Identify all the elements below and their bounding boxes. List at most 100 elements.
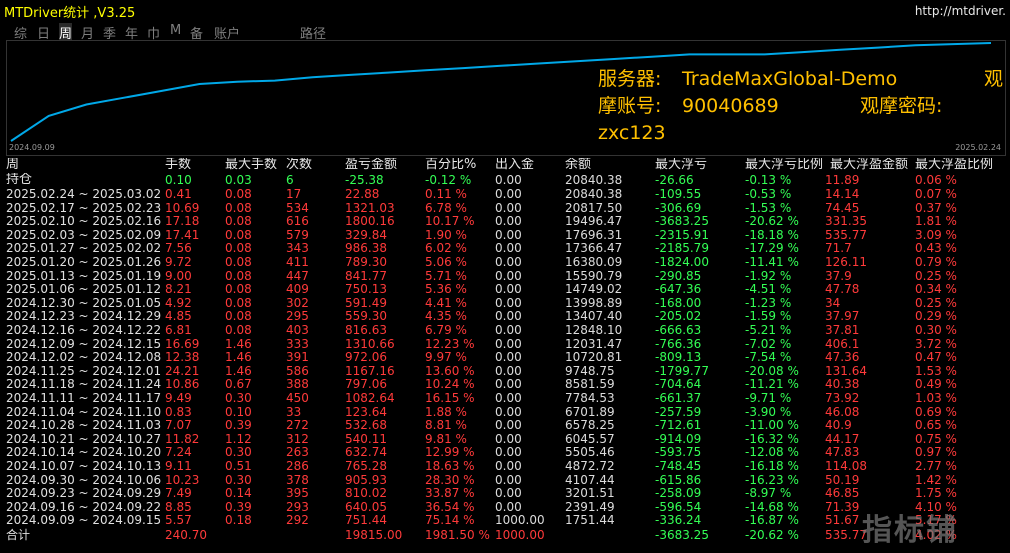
cell-pl: 532.68 bbox=[345, 418, 387, 433]
cell-bal: 6701.89 bbox=[565, 404, 615, 419]
cell-count: 403 bbox=[286, 323, 309, 337]
cell-maxgain: 37.97 bbox=[825, 309, 860, 324]
cell-maxlots: 1.46 bbox=[225, 363, 252, 378]
view-label: 观 bbox=[984, 68, 1004, 90]
cell-maxloss: -306.69 bbox=[655, 200, 702, 215]
cell-maxlots: 0.08 bbox=[225, 268, 252, 283]
cell-maxlots: 1.46 bbox=[225, 350, 252, 365]
cell-maxlosspct: -11.00 % bbox=[745, 418, 799, 433]
title-bar: MTDriver统计 ,V3.25 http://mtdriver. bbox=[0, 0, 1010, 21]
cell-maxgainpct: 1.81 % bbox=[915, 214, 957, 229]
cell-pct: 0.11 % bbox=[425, 187, 467, 201]
cell-maxgain: 114.08 bbox=[825, 459, 867, 473]
cell-pl: 810.02 bbox=[345, 486, 387, 501]
cell-pct: 75.14 % bbox=[425, 513, 475, 528]
cell-maxlots: 0.14 bbox=[225, 486, 252, 501]
cell-period: 2024.09.16 ~ 2024.09.22 bbox=[6, 499, 162, 514]
total-row: 合计 240.70 19815.00 1981.50 % 1000.00 -3683.25… bbox=[0, 528, 1010, 542]
cell-maxgain: 74.45 bbox=[825, 200, 860, 215]
table-row: 2024.09.09 ~ 2024.09.15 5.57 0.18 292 751.44… bbox=[0, 513, 1010, 527]
cell-maxlots: 0.30 bbox=[225, 391, 252, 405]
cell-bal: 9748.75 bbox=[565, 363, 615, 378]
cell-lots: 9.72 bbox=[165, 255, 192, 269]
cell-bal: 3201.51 bbox=[565, 486, 615, 501]
table-row: 2025.02.24 ~ 2025.03.02 0.41 0.08 17 22.88 0.… bbox=[0, 187, 1010, 201]
cell-maxgain: 331.35 bbox=[825, 214, 867, 229]
cell-maxloss: -168.00 bbox=[655, 295, 702, 310]
cell-bal: 6578.25 bbox=[565, 418, 615, 433]
holding-max-loss: -26.66 bbox=[655, 173, 694, 187]
cell-period: 2024.12.23 ~ 2024.12.29 bbox=[6, 309, 162, 324]
tab-magic[interactable]: M bbox=[170, 23, 181, 38]
holding-max-gain: 11.89 bbox=[825, 173, 860, 187]
cell-maxloss: -914.09 bbox=[655, 431, 702, 446]
cell-lots: 12.38 bbox=[165, 350, 200, 365]
cell-pl: 841.77 bbox=[345, 268, 387, 283]
cell-maxlosspct: -16.87 % bbox=[745, 513, 799, 528]
cell-lots: 4.92 bbox=[165, 295, 192, 310]
cell-pl: 1310.66 bbox=[345, 336, 395, 351]
holding-lots: 0.10 bbox=[165, 173, 192, 187]
cell-lots: 17.41 bbox=[165, 227, 200, 242]
cell-pct: 12.23 % bbox=[425, 336, 475, 351]
site-url-link[interactable]: http://mtdriver. bbox=[915, 4, 1006, 18]
tab-bar: 综 日 周 月 季 年 巾 M 备 账户 路径 bbox=[0, 20, 1010, 42]
cell-count: 343 bbox=[286, 241, 309, 256]
cell-pl: 632.74 bbox=[345, 445, 387, 460]
header-balance: 余额 bbox=[565, 158, 592, 172]
cell-bal: 15590.79 bbox=[565, 268, 623, 283]
header-pct: 百分比% bbox=[425, 158, 477, 172]
cell-io: 0.00 bbox=[495, 391, 522, 405]
cell-maxgain: 51.67 bbox=[825, 513, 860, 528]
cell-maxgainpct: 0.47 % bbox=[915, 350, 957, 365]
total-pl: 19815.00 bbox=[345, 528, 403, 542]
cell-period: 2024.12.30 ~ 2025.01.05 bbox=[6, 295, 162, 310]
cell-io: 0.00 bbox=[495, 268, 522, 283]
cell-maxloss: -2185.79 bbox=[655, 241, 709, 256]
cell-maxloss: -205.02 bbox=[655, 309, 702, 324]
cell-maxgainpct: 0.34 % bbox=[915, 282, 957, 297]
cell-count: 579 bbox=[286, 227, 309, 242]
cell-maxgain: 37.81 bbox=[825, 323, 860, 337]
cell-lots: 9.00 bbox=[165, 268, 192, 283]
total-io: 1000.00 bbox=[495, 528, 545, 542]
cell-maxgainpct: 0.65 % bbox=[915, 418, 957, 433]
holding-count: 6 bbox=[286, 173, 294, 187]
cell-count: 333 bbox=[286, 336, 309, 351]
cell-maxgain: 73.92 bbox=[825, 391, 860, 405]
cell-bal: 17696.31 bbox=[565, 227, 623, 242]
cell-maxlots: 0.67 bbox=[225, 377, 252, 392]
cell-maxlosspct: -20.62 % bbox=[745, 214, 799, 229]
cell-maxgainpct: 0.37 % bbox=[915, 200, 957, 215]
cell-count: 33 bbox=[286, 404, 302, 419]
cell-maxloss: -615.86 bbox=[655, 472, 702, 487]
total-maxgain: 535.77 bbox=[825, 528, 867, 542]
cell-io: 0.00 bbox=[495, 499, 522, 514]
cell-maxloss: -258.09 bbox=[655, 486, 702, 501]
cell-maxloss: -809.13 bbox=[655, 350, 702, 365]
cell-maxlosspct: -14.68 % bbox=[745, 499, 799, 514]
cell-maxlosspct: -18.18 % bbox=[745, 227, 799, 242]
holding-io: 0.00 bbox=[495, 173, 522, 187]
cell-lots: 8.21 bbox=[165, 282, 192, 297]
cell-count: 263 bbox=[286, 445, 309, 460]
cell-lots: 6.81 bbox=[165, 323, 192, 337]
cell-pct: 6.79 % bbox=[425, 323, 467, 337]
cell-bal: 19496.47 bbox=[565, 214, 623, 229]
header-max-loss-pct: 最大浮亏比例 bbox=[745, 158, 824, 172]
table-row: 2025.02.17 ~ 2025.02.23 10.69 0.08 534 1321.… bbox=[0, 201, 1010, 215]
cell-maxlosspct: -1.92 % bbox=[745, 268, 792, 283]
cell-io: 0.00 bbox=[495, 309, 522, 324]
cell-pct: 28.30 % bbox=[425, 472, 475, 487]
cell-period: 2024.11.25 ~ 2024.12.01 bbox=[6, 363, 162, 378]
cell-pl: 559.30 bbox=[345, 309, 387, 324]
cell-lots: 7.24 bbox=[165, 445, 192, 460]
cell-maxlosspct: -16.23 % bbox=[745, 472, 799, 487]
cell-maxloss: -704.64 bbox=[655, 377, 702, 392]
cell-io: 0.00 bbox=[495, 404, 522, 419]
cell-bal: 16380.09 bbox=[565, 255, 623, 269]
cell-io: 0.00 bbox=[495, 214, 522, 229]
table-row: 2025.01.13 ~ 2025.01.19 9.00 0.08 447 841.77… bbox=[0, 269, 1010, 283]
cell-maxgainpct: 0.75 % bbox=[915, 431, 957, 446]
cell-io: 0.00 bbox=[495, 295, 522, 310]
